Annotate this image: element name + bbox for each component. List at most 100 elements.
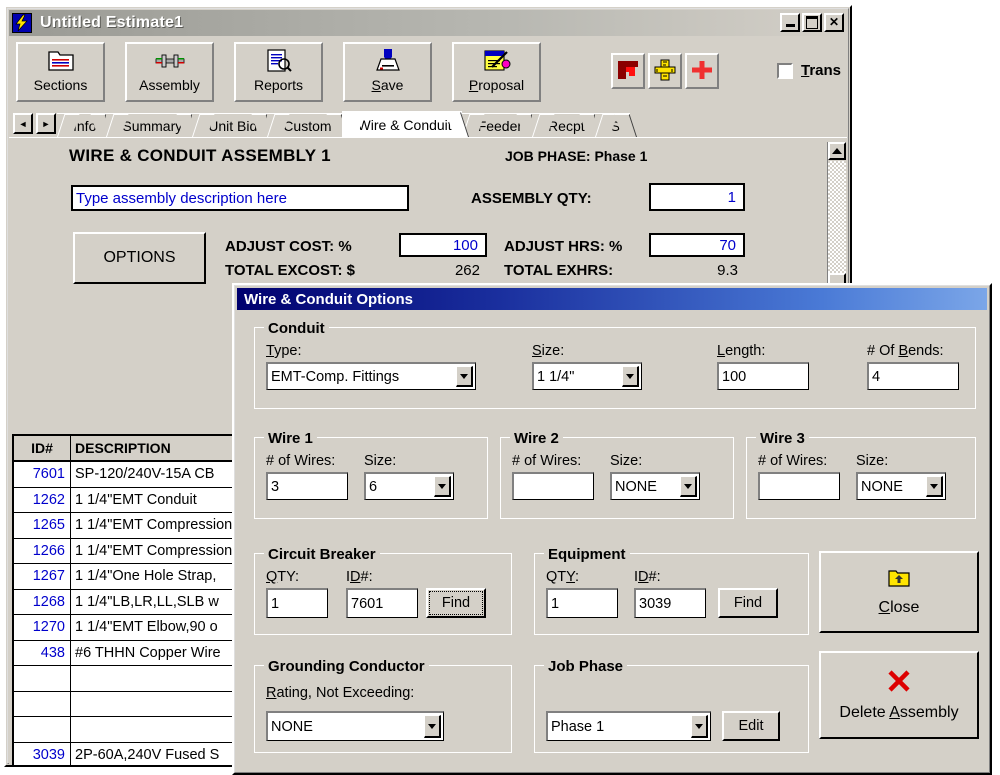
conduit-size-select[interactable]: 1 1/4" [532, 362, 642, 390]
row-id [14, 717, 71, 742]
row-id: 1268 [14, 589, 71, 614]
proposal-button-label-rest: roposal [478, 77, 525, 93]
eq-qty-accel: Y [566, 569, 576, 585]
tab-scroll-left-button[interactable]: ◄ [13, 113, 33, 134]
grid-col-id: ID# [14, 436, 71, 460]
proposal-button[interactable]: Proposal [452, 42, 541, 102]
save-button[interactable]: Save [343, 42, 432, 102]
total-excost-value: 262 [454, 262, 480, 279]
row-id [14, 691, 71, 716]
row-id: 438 [14, 640, 71, 665]
job-phase-readout: JOB PHASE: Phase 1 [505, 148, 648, 164]
adjust-hrs-input[interactable]: 70 [649, 233, 745, 257]
window-title-text: Untitled Estimate1 [40, 14, 184, 31]
reports-button-label: Reports [253, 77, 304, 93]
window-title-bar[interactable]: Untitled Estimate1 ✕ [9, 10, 847, 36]
reports-button[interactable]: Reports [234, 42, 323, 102]
scrollbar-track[interactable] [828, 161, 846, 273]
delete-prefix: Delete [839, 703, 890, 721]
scroll-up-button[interactable] [828, 142, 846, 160]
wire3-size-select[interactable]: NONE [856, 472, 946, 500]
minimize-button[interactable] [780, 13, 800, 32]
pane-scrollbar[interactable] [827, 142, 847, 294]
row-id: 1270 [14, 615, 71, 640]
add-button[interactable] [685, 53, 719, 89]
chevron-down-icon[interactable] [434, 476, 451, 497]
cb-id-input[interactable]: 7601 [346, 588, 418, 618]
chevron-down-icon[interactable] [926, 476, 943, 497]
grounding-conductor-legend: Grounding Conductor [264, 658, 429, 675]
assembly-button[interactable]: Assembly [125, 42, 214, 102]
tab-custom[interactable]: Custom [267, 113, 342, 137]
delete-assembly-button[interactable]: Delete Assembly [819, 651, 979, 739]
maximize-button[interactable] [802, 13, 822, 32]
wire2-count-input[interactable] [512, 472, 594, 500]
wire3-count-input[interactable] [758, 472, 840, 500]
red-x-icon [886, 669, 912, 698]
page-title: WIRE & CONDUIT ASSEMBLY 1 [69, 146, 331, 165]
cb-id-accel: D [350, 569, 361, 585]
eq-qty-input[interactable]: 1 [546, 588, 618, 618]
dialog-title-bar[interactable]: Wire & Conduit Options [237, 288, 987, 310]
chevron-down-icon[interactable] [456, 366, 473, 387]
trans-checkbox[interactable] [777, 62, 793, 79]
tab-scroll-right-button[interactable]: ► [36, 113, 56, 134]
eq-id-input[interactable]: 3039 [634, 588, 706, 618]
close-label-rest: lose [890, 598, 920, 616]
conduit-bends-input[interactable]: 4 [867, 362, 959, 390]
row-id: 3039 [14, 742, 71, 765]
tab-unit-bid-label: Unit Bid [208, 117, 258, 134]
conduit-length-input[interactable]: 100 [717, 362, 809, 390]
assembly-description-input[interactable]: Type assembly description here [71, 185, 409, 211]
adjust-cost-input[interactable]: 100 [399, 233, 487, 257]
reports-magnifier-icon [264, 48, 294, 74]
tab-s[interactable]: S [594, 113, 630, 137]
job-phase-edit-button[interactable]: Edit [722, 711, 780, 741]
yellow-ruler-icon [653, 59, 677, 84]
cb-find-button[interactable]: Find [426, 588, 486, 618]
chevron-down-icon[interactable] [680, 476, 697, 497]
job-phase-select[interactable]: Phase 1 [546, 711, 711, 741]
tab-feeder[interactable]: Feeder [461, 113, 533, 137]
cb-qty-input[interactable]: 1 [266, 588, 328, 618]
options-button[interactable]: OPTIONS [73, 232, 206, 284]
tab-summary[interactable]: Summary [106, 113, 193, 137]
close-dialog-button[interactable]: Close [819, 551, 979, 633]
conduit-size-label-rest: ize: [541, 343, 565, 359]
tab-recpt[interactable]: Recpt [532, 113, 595, 137]
chevron-down-icon[interactable] [691, 715, 708, 738]
tab-unit-bid[interactable]: Unit Bid [192, 113, 268, 137]
chevron-down-icon[interactable] [424, 715, 441, 738]
tab-info[interactable]: Info [57, 113, 107, 137]
adjust-hrs-label: ADJUST HRS: % [504, 238, 623, 255]
conduit-type-select[interactable]: EMT-Comp. Fittings [266, 362, 476, 390]
grounding-rating-value: NONE [271, 718, 313, 735]
wire1-size-label: Size: [364, 453, 397, 469]
delete-assembly-label: Delete Assembly [839, 703, 959, 721]
tab-wire-and-conduit[interactable]: Wire & Conduit [341, 111, 462, 137]
row-id: 1265 [14, 513, 71, 538]
assembly-conduit-icon [155, 48, 185, 74]
trans-checkbox-row[interactable]: Trans [777, 62, 841, 79]
red-corner-button[interactable] [611, 53, 645, 89]
wire2-size-select[interactable]: NONE [610, 472, 700, 500]
red-plus-icon [690, 59, 714, 84]
equipment-legend: Equipment [544, 546, 630, 563]
sections-button[interactable]: Sections [16, 42, 105, 102]
wire3-size-label: Size: [856, 453, 889, 469]
eq-find-button[interactable]: Find [718, 588, 778, 618]
tab-info-label: Info [73, 117, 97, 134]
wire1-count-input[interactable]: 3 [266, 472, 348, 500]
chevron-down-icon[interactable] [622, 366, 639, 387]
adjust-cost-label: ADJUST COST: % [225, 238, 352, 255]
close-button[interactable]: ✕ [824, 13, 844, 32]
wire1-size-select[interactable]: 6 [364, 472, 454, 500]
close-dialog-label: Close [878, 598, 920, 616]
total-exhrs-label: TOTAL EXHRS: [504, 262, 614, 279]
tab-feeder-label: Feeder [477, 117, 523, 134]
grounding-rating-select[interactable]: NONE [266, 711, 444, 741]
assembly-button-label: Assembly [139, 77, 200, 93]
sections-button-label: Sections [33, 77, 88, 93]
assembly-qty-input[interactable]: 1 [649, 183, 745, 211]
ruler-button[interactable] [648, 53, 682, 89]
